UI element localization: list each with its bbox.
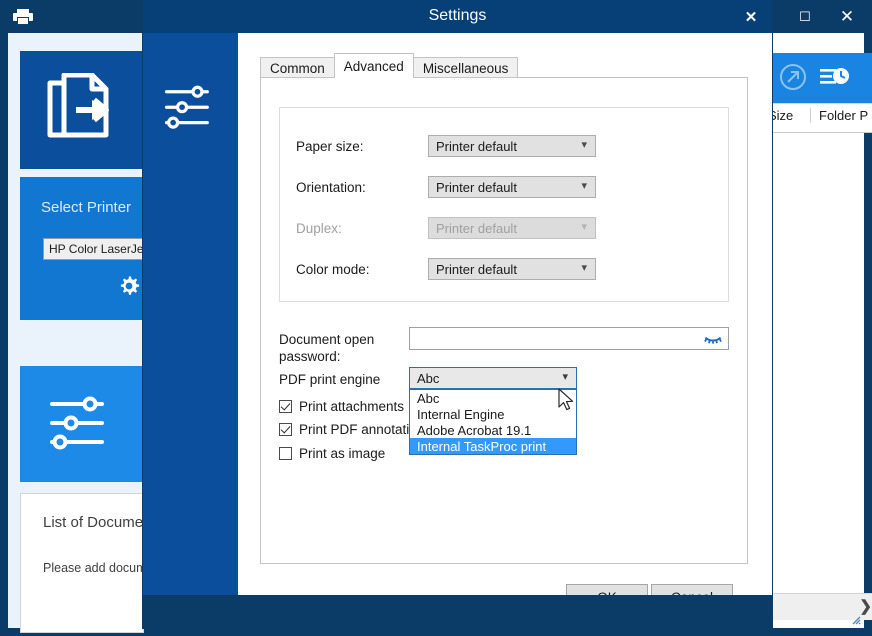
advanced-tab-panel: Paper size: Printer default ▾ Orientatio…	[260, 77, 748, 564]
external-link-icon[interactable]	[778, 62, 808, 97]
document-password-label: Document open password:	[279, 331, 399, 365]
chevron-down-icon: ▾	[581, 261, 587, 274]
print-attachments-label: Print attachments	[299, 399, 404, 414]
chevron-down-icon: ▾	[581, 138, 587, 151]
gear-icon[interactable]	[118, 275, 140, 302]
page-setup-groupbox: Paper size: Printer default ▾ Orientatio…	[279, 107, 729, 302]
dropdown-option-internal-engine[interactable]: Internal Engine	[410, 406, 576, 422]
orientation-row: Orientation: Printer default ▾	[280, 176, 730, 202]
tab-advanced[interactable]: Advanced	[334, 53, 414, 78]
settings-tile[interactable]	[20, 366, 144, 482]
dropdown-option-abc[interactable]: Abc	[410, 390, 576, 406]
next-page-arrow-icon[interactable]: ❯	[859, 597, 872, 615]
list-clock-icon[interactable]	[818, 62, 852, 97]
document-list-card: List of Docume Please add docume the lis…	[20, 493, 144, 633]
checkbox-box	[279, 447, 292, 460]
orientation-select[interactable]: Printer default ▾	[428, 176, 596, 198]
settings-dialog-bottom-strip	[143, 595, 772, 628]
settings-dialog-body: Common Advanced Miscellaneous Paper size…	[238, 33, 772, 595]
pdf-print-engine-label: PDF print engine	[279, 372, 380, 387]
column-header-folder-path[interactable]: Folder P	[810, 108, 868, 123]
pdf-print-engine-dropdown-list[interactable]: Abc Internal Engine Adobe Acrobat 19.1 I…	[409, 389, 577, 455]
paper-size-label: Paper size:	[296, 139, 364, 154]
eye-closed-icon[interactable]	[704, 332, 722, 351]
settings-dialog-title: Settings	[143, 7, 772, 25]
color-mode-select[interactable]: Printer default ▾	[428, 258, 596, 280]
settings-dialog: Settings ✕ Common Advanced Miscellaneous	[143, 0, 772, 628]
close-button[interactable]: ✕	[826, 2, 868, 32]
dropdown-option-internal-taskproc-print[interactable]: Internal TaskProc print	[410, 438, 576, 454]
settings-close-icon[interactable]: ✕	[738, 7, 764, 27]
duplex-label: Duplex:	[296, 221, 342, 236]
tab-common[interactable]: Common	[260, 57, 335, 78]
orientation-label: Orientation:	[296, 180, 366, 195]
duplex-select: Printer default ▾	[428, 217, 596, 239]
ribbon-toolbar	[768, 53, 872, 103]
document-list-title: List of Docume	[43, 514, 143, 531]
duplex-value: Printer default	[436, 221, 517, 236]
settings-tabs: Common Advanced Miscellaneous	[260, 54, 517, 78]
screen: — ☐ ✕	[0, 0, 872, 636]
orientation-value: Printer default	[436, 180, 517, 195]
pdf-print-engine-select[interactable]: Abc ▾	[409, 367, 577, 389]
print-as-image-label: Print as image	[299, 446, 385, 461]
paper-size-value: Printer default	[436, 139, 517, 154]
settings-dialog-sidebar	[143, 33, 238, 595]
resize-grip-icon[interactable]	[849, 613, 861, 625]
paper-size-select[interactable]: Printer default ▾	[428, 135, 596, 157]
pdf-print-engine-value: Abc	[417, 371, 439, 386]
document-password-label-line1: Document open	[279, 332, 374, 347]
color-mode-value: Printer default	[436, 262, 517, 277]
maximize-button[interactable]: ☐	[784, 2, 826, 32]
checkbox-box	[279, 423, 292, 436]
select-printer-card: Select Printer HP Color LaserJet P P	[20, 177, 144, 320]
printer-icon	[10, 7, 36, 27]
tab-miscellaneous[interactable]: Miscellaneous	[413, 57, 519, 78]
color-mode-row: Color mode: Printer default ▾	[280, 258, 730, 284]
color-mode-label: Color mode:	[296, 262, 370, 277]
document-password-label-line2: password:	[279, 349, 341, 364]
chevron-down-icon: ▾	[581, 179, 587, 192]
document-password-input[interactable]	[409, 327, 729, 350]
duplex-row: Duplex: Printer default ▾	[280, 217, 730, 243]
paper-size-row: Paper size: Printer default ▾	[280, 135, 730, 161]
document-export-tile[interactable]	[20, 51, 144, 169]
settings-dialog-titlebar: Settings ✕	[143, 0, 772, 33]
mouse-cursor	[558, 388, 576, 419]
print-attachments-checkbox[interactable]: Print attachments	[279, 399, 404, 414]
chevron-down-icon: ▾	[581, 220, 587, 233]
file-list-header: Size Folder P	[760, 103, 872, 133]
checkbox-box	[279, 400, 292, 413]
chevron-down-icon: ▾	[562, 370, 568, 383]
left-sidebar-panel: Select Printer HP Color LaserJet P P	[8, 33, 143, 628]
dropdown-option-adobe-acrobat[interactable]: Adobe Acrobat 19.1	[410, 422, 576, 438]
print-as-image-checkbox[interactable]: Print as image	[279, 446, 385, 461]
select-printer-title: Select Printer	[41, 199, 131, 216]
